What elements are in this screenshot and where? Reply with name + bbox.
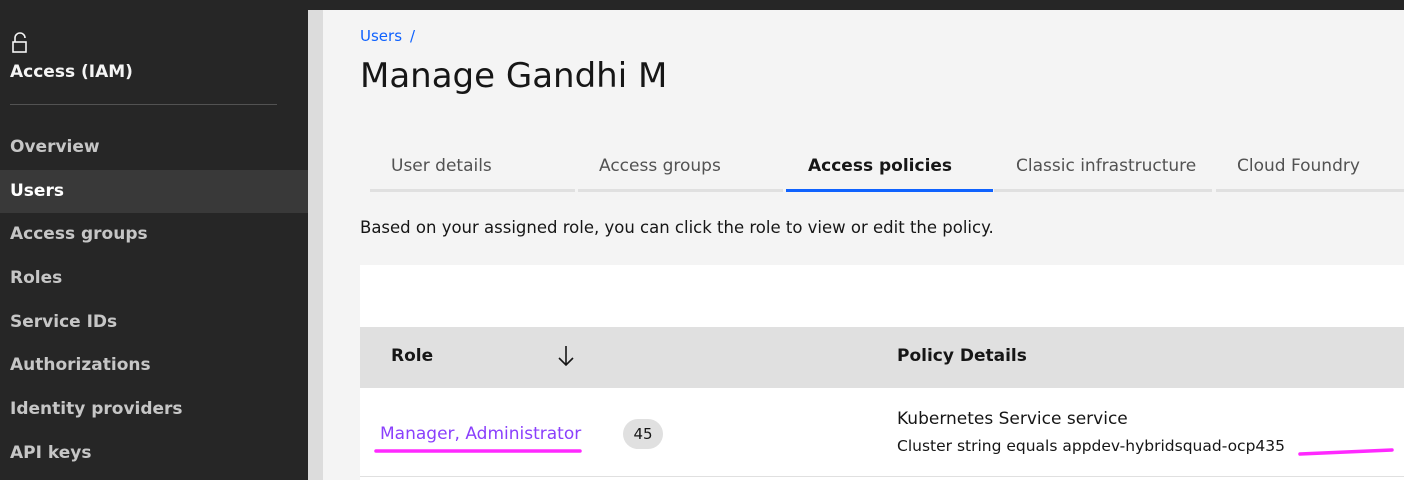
tab-label: Access groups bbox=[599, 156, 721, 176]
breadcrumb: Users / bbox=[360, 27, 415, 45]
column-header-role[interactable]: Role bbox=[391, 346, 433, 366]
tab-label: Access policies bbox=[808, 156, 953, 176]
policy-detail: Cluster string equals appdev-hybridsquad… bbox=[897, 437, 1286, 455]
tab-label: Cloud Foundry bbox=[1237, 156, 1360, 176]
sidebar: Access (IAM) Overview Users Access group… bbox=[0, 0, 308, 480]
sidebar-item-api-keys[interactable]: API keys bbox=[0, 432, 308, 476]
sidebar-scroll-edge bbox=[308, 0, 323, 480]
sidebar-item-roles[interactable]: Roles bbox=[0, 257, 308, 301]
tab-label: User details bbox=[391, 156, 492, 176]
role-link[interactable]: Manager, Administrator bbox=[380, 424, 581, 444]
tab-classic-infrastructure[interactable]: Classic infrastructure bbox=[994, 140, 1212, 192]
tab-label: Classic infrastructure bbox=[1016, 156, 1197, 176]
sidebar-item-users[interactable]: Users bbox=[0, 169, 308, 214]
count-badge: 45 bbox=[623, 419, 663, 449]
sidebar-nav: Overview Users Access groups Roles Servi… bbox=[0, 126, 308, 476]
tab-cloud-foundry[interactable]: Cloud Foundry bbox=[1216, 140, 1404, 192]
sidebar-divider bbox=[10, 104, 277, 105]
table-row: Manager, Administrator 45 Kubernetes Ser… bbox=[360, 388, 1404, 477]
tab-user-details[interactable]: User details bbox=[370, 140, 575, 192]
page-title: Manage Gandhi M bbox=[360, 56, 668, 96]
sidebar-item-authorizations[interactable]: Authorizations bbox=[0, 344, 308, 388]
sidebar-item-overview[interactable]: Overview bbox=[0, 126, 308, 170]
breadcrumb-link-users[interactable]: Users bbox=[360, 27, 402, 45]
arrow-down-icon[interactable] bbox=[557, 343, 575, 369]
sidebar-item-identity-providers[interactable]: Identity providers bbox=[0, 388, 308, 432]
helper-text: Based on your assigned role, you can cli… bbox=[360, 218, 994, 237]
policies-table: Role Policy Details Manager, Administrat… bbox=[360, 265, 1404, 480]
tab-access-groups[interactable]: Access groups bbox=[578, 140, 783, 192]
column-header-policy-details: Policy Details bbox=[897, 346, 1027, 366]
sidebar-item-access-groups[interactable]: Access groups bbox=[0, 213, 308, 257]
lock-icon bbox=[10, 32, 30, 54]
tab-access-policies[interactable]: Access policies bbox=[786, 140, 993, 192]
policy-service: Kubernetes Service service bbox=[897, 409, 1128, 429]
sidebar-item-service-ids[interactable]: Service IDs bbox=[0, 301, 308, 345]
breadcrumb-separator: / bbox=[410, 27, 416, 45]
table-header: Role Policy Details bbox=[360, 327, 1404, 388]
sidebar-heading: Access (IAM) bbox=[10, 62, 133, 82]
